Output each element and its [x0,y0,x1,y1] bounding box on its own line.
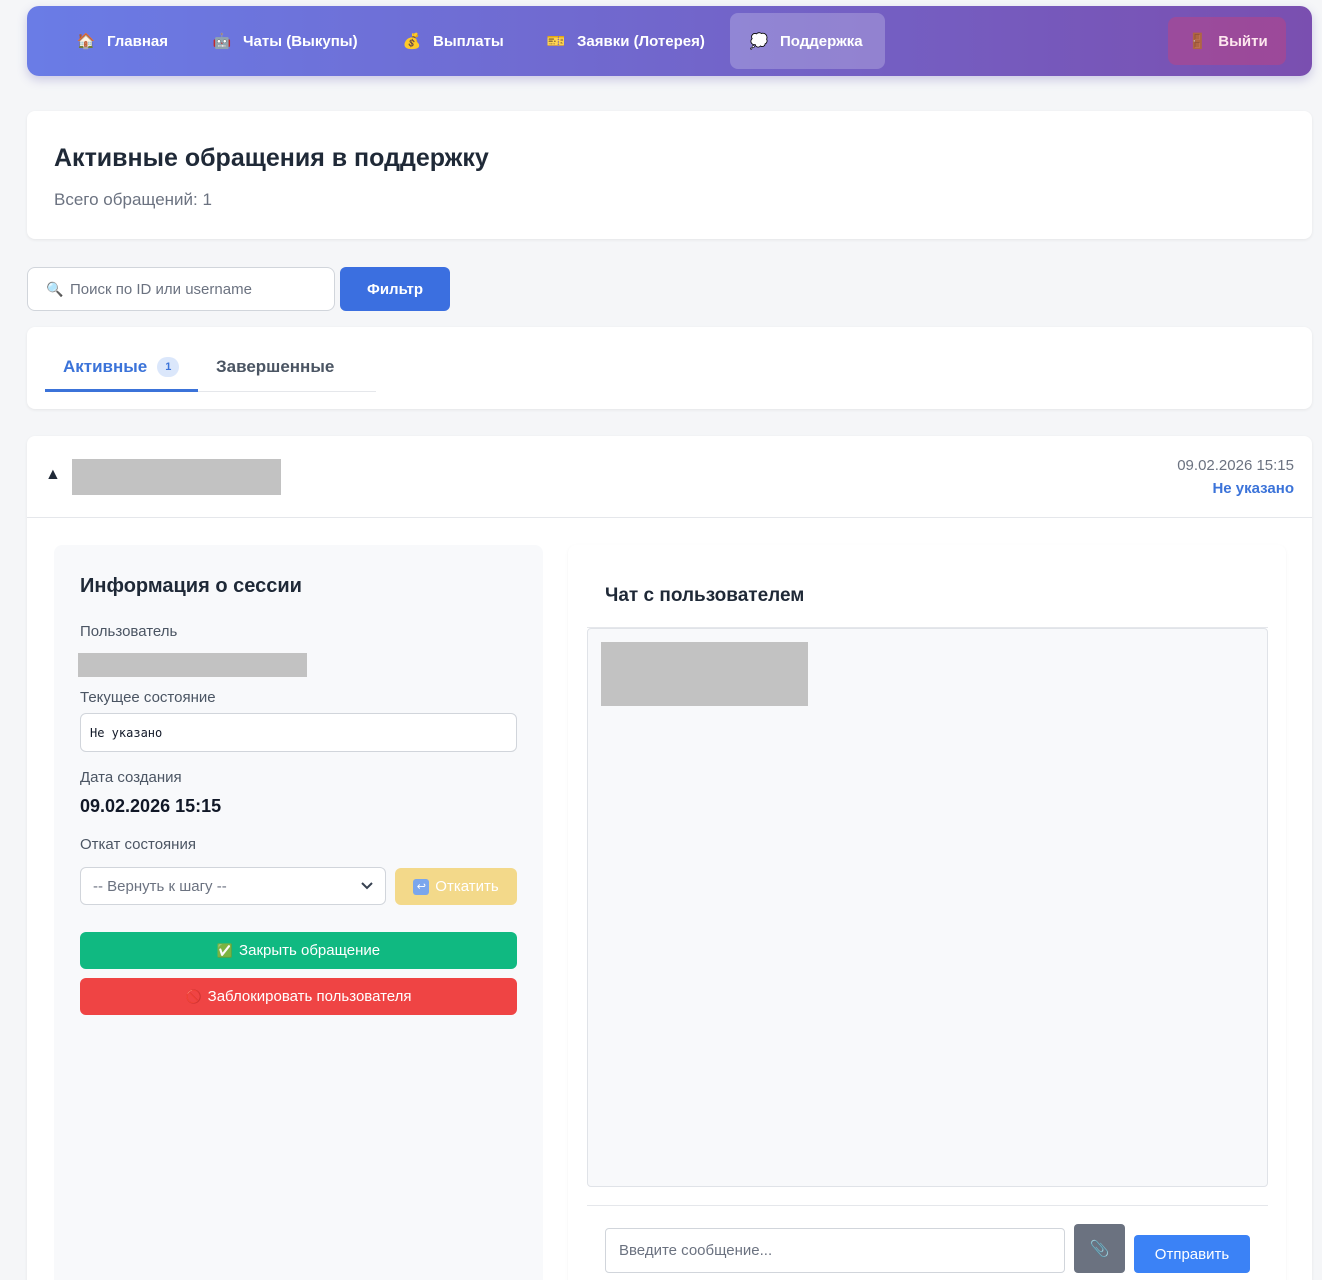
nav-item-support[interactable]: 💭 Поддержка [730,13,885,69]
nav-item-home[interactable]: 🏠 Главная [57,13,186,69]
search-icon: 🔍 [46,281,64,297]
tab-label: Активные [63,357,148,376]
select-value: -- Вернуть к шагу -- [93,877,227,895]
check-icon: ✅ [216,942,234,958]
collapse-toggle-icon[interactable]: ▲ [45,466,61,484]
prohibited-icon: 🚫 [185,988,202,1004]
tab-label: Завершенные [216,357,335,376]
tabs-card: Активные 1 Завершенные [27,327,1312,409]
session-info-panel: Информация о сессии Пользователь Текущее… [54,545,543,1280]
close-ticket-button[interactable]: ✅ Закрыть обращение [80,932,517,969]
ticket-card: ▲ 09.02.2026 15:15 Не указано Информация… [27,436,1312,1280]
ticket-header[interactable]: ▲ 09.02.2026 15:15 Не указано [27,436,1312,518]
created-label: Дата создания [80,769,182,786]
state-label: Текущее состояние [80,689,216,706]
close-ticket-label: Закрыть обращение [239,942,381,959]
rollback-button[interactable]: ↩ Откатить [395,868,517,905]
ticket-icon: 🎫 [546,32,566,50]
nav-item-payouts[interactable]: 💰 Выплаты [383,13,522,69]
user-label: Пользователь [80,623,178,640]
session-info-title: Информация о сессии [80,575,302,597]
nav-item-label: Чаты (Выкупы) [243,32,358,50]
ticket-date: 09.02.2026 15:15 [1177,457,1294,474]
created-date: 09.02.2026 15:15 [80,796,222,816]
door-icon: 🚪 [1187,32,1207,50]
nav-item-chats[interactable]: 🤖 Чаты (Выкупы) [193,13,376,69]
rollback-button-label: Откатить [435,878,499,895]
house-icon: 🏠 [76,32,96,50]
chat-input-divider [587,1205,1268,1206]
filter-button[interactable]: Фильтр [340,267,450,311]
attach-button[interactable]: 📎 [1074,1224,1125,1273]
chevron-down-icon [361,879,373,893]
search-input[interactable] [70,280,320,298]
message-input[interactable] [619,1242,1049,1259]
redacted-username [72,459,281,495]
nav-item-label: Главная [107,32,169,50]
block-user-label: Заблокировать пользователя [207,988,412,1005]
logout-button[interactable]: 🚪 Выйти [1168,17,1286,65]
page-title: Активные обращения в поддержку [54,144,489,172]
logout-label: Выйти [1218,32,1268,50]
current-state-field[interactable]: Не указано [80,713,517,752]
chat-title: Чат с пользователем [605,585,805,606]
nav-item-label: Заявки (Лотерея) [577,32,705,50]
tab-active-indicator [45,389,198,392]
top-navbar: 🏠 Главная 🤖 Чаты (Выкупы) 💰 Выплаты 🎫 За… [27,6,1312,76]
search-box: 🔍 [27,267,335,311]
ticket-status: Не указано [1212,480,1294,497]
tab-completed[interactable]: Завершенные [216,357,334,377]
nav-item-label: Поддержка [780,32,863,50]
send-button[interactable]: Отправить [1134,1235,1250,1273]
nav-item-label: Выплаты [433,32,504,50]
redacted-message [601,642,808,706]
paperclip-icon: 📎 [1089,1240,1110,1258]
rollback-step-select[interactable]: -- Вернуть к шагу -- [80,867,386,905]
tab-active[interactable]: Активные 1 [63,357,180,377]
rollback-label: Откат состояния [80,836,196,853]
chat-panel: Чат с пользователем 📎 Отправить [568,545,1286,1280]
money-bag-icon: 💰 [402,32,422,50]
redacted-user-value [78,653,307,677]
ticket-count: Всего обращений: 1 [54,190,212,209]
robot-icon: 🤖 [212,32,232,50]
nav-item-lottery[interactable]: 🎫 Заявки (Лотерея) [527,13,723,69]
block-user-button[interactable]: 🚫 Заблокировать пользователя [80,978,517,1015]
chat-messages-area[interactable] [587,628,1268,1187]
message-input-box [605,1228,1065,1273]
undo-icon: ↩ [413,878,430,895]
header-card: Активные обращения в поддержку Всего обр… [27,111,1312,239]
thought-bubble-icon: 💭 [749,32,769,50]
tab-count-badge: 1 [157,357,180,377]
